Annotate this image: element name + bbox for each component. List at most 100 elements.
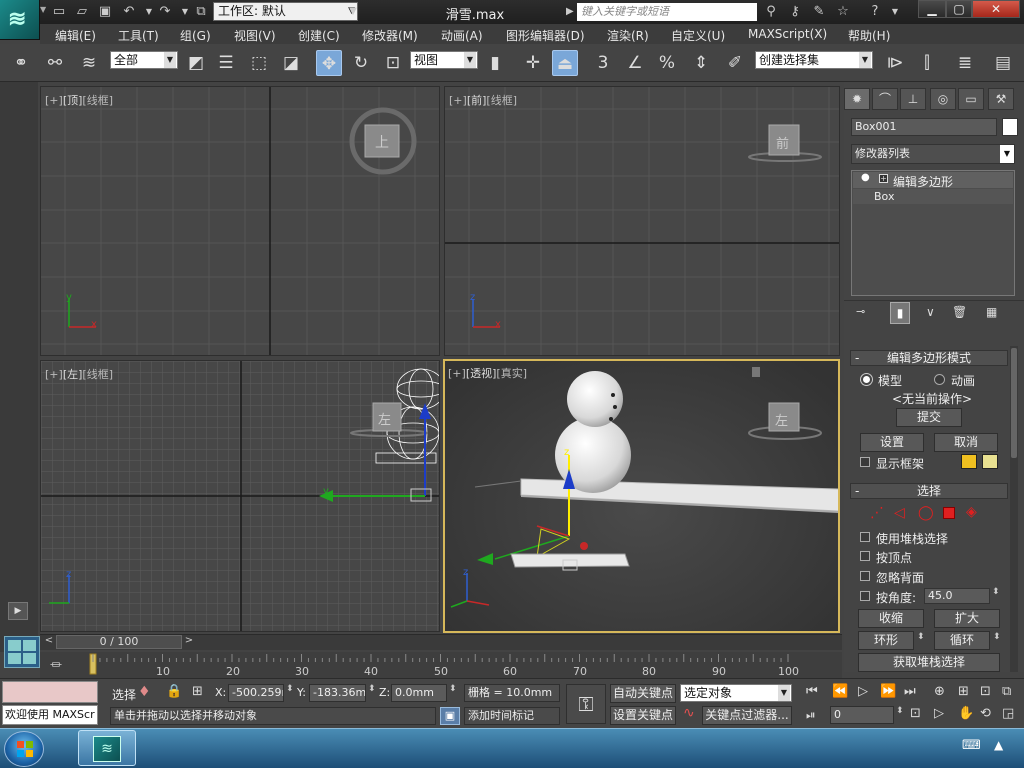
field-of-view-icon[interactable]: ▷	[934, 706, 944, 721]
menu-views[interactable]: 视图(V)	[234, 27, 276, 44]
viewport-menu-plus[interactable]: [+]	[449, 94, 467, 107]
x-spinner-icon[interactable]: ⬍	[286, 684, 294, 694]
border-level-icon[interactable]: ◯	[918, 505, 934, 521]
lock-selection-icon[interactable]: 🔒	[166, 684, 182, 699]
quick-access-dropdown-icon[interactable]: ▼	[344, 3, 362, 21]
key-curve-icon[interactable]: ∿	[683, 705, 695, 721]
by-vertex-checkbox[interactable]	[860, 551, 870, 561]
expand-icon[interactable]: +	[879, 174, 888, 183]
tools-icon[interactable]: ✎	[810, 3, 828, 21]
rect-selection-region-icon[interactable]: ⬚	[246, 50, 272, 76]
menu-maxscript[interactable]: MAXScript(X)	[748, 27, 827, 41]
add-time-tag-icon[interactable]: ▣	[440, 707, 460, 725]
spinner-icon[interactable]: ⬍	[992, 587, 1000, 597]
spinner-snap-icon[interactable]: ⇕	[688, 50, 714, 76]
make-unique-icon[interactable]: ∨	[926, 305, 944, 321]
snaps-toggle-icon[interactable]: 3	[590, 50, 616, 76]
application-button[interactable]: ≋	[0, 0, 40, 40]
scrollbar-thumb[interactable]	[1011, 348, 1017, 458]
polygon-level-icon[interactable]	[943, 507, 955, 519]
menu-graph-editors[interactable]: 图形编辑器(D)	[506, 27, 585, 44]
align-icon[interactable]: ⫿	[914, 50, 940, 76]
use-stack-selection-checkbox[interactable]	[860, 532, 870, 542]
configure-sets-icon[interactable]: ▦	[986, 305, 1004, 321]
close-button[interactable]: ✕	[972, 0, 1020, 18]
viewport-left[interactable]: [+][左][线框] 左 z y	[40, 360, 440, 632]
redo-icon[interactable]: ↷	[156, 3, 174, 21]
transform-mode-icon[interactable]: ⊞	[192, 684, 203, 699]
viewport-front[interactable]: [+][前][线框] 前 z x	[444, 86, 840, 356]
layer-manager-icon[interactable]: ≣	[952, 50, 978, 76]
new-file-icon[interactable]: ▭	[50, 3, 68, 21]
named-selection-dropdown[interactable]: 创建选择集 ▼	[755, 51, 873, 69]
mini-curve-editor-icon[interactable]: ⏛	[50, 656, 74, 674]
unlink-icon[interactable]: ⚯	[42, 50, 68, 76]
zoom-all-icon[interactable]: ⊞	[958, 684, 969, 699]
maximize-viewport-icon[interactable]: ◲	[1002, 706, 1014, 721]
tab-motion[interactable]: ◎	[930, 88, 956, 110]
binoculars-icon[interactable]: ⚲	[762, 3, 780, 21]
viewport-name[interactable]: [左]	[63, 368, 83, 381]
radio-model[interactable]	[861, 374, 872, 385]
viewcube-front-label[interactable]: 前	[776, 133, 789, 152]
percent-snap-icon[interactable]: %	[654, 50, 680, 76]
element-level-icon[interactable]: ◈	[966, 504, 977, 520]
previous-frame-icon[interactable]: ⏪	[832, 684, 848, 699]
viewport-left-label[interactable]: [+][左][线框]	[45, 366, 113, 382]
select-and-move-icon[interactable]: ✥	[316, 50, 342, 76]
start-button[interactable]	[4, 731, 44, 767]
link-icon[interactable]: ⚭	[8, 50, 34, 76]
save-file-icon[interactable]: ▣	[96, 3, 114, 21]
viewcube-left-label[interactable]: 左	[378, 409, 391, 428]
selected-object-dropdown[interactable]: 选定对象 ▼	[680, 684, 792, 702]
menu-rendering[interactable]: 渲染(R)	[607, 27, 649, 44]
manipulate-icon[interactable]: ✛	[520, 50, 546, 76]
slider-prev-icon[interactable]: <	[42, 635, 56, 649]
rollout-selection[interactable]: - 选择	[850, 483, 1008, 499]
frame-spinner-icon[interactable]: ⬍	[896, 706, 904, 716]
edit-named-selection-icon[interactable]: ✐	[722, 50, 748, 76]
key-icon[interactable]: ⚷	[786, 3, 804, 21]
maxscript-welcome-field[interactable]: 欢迎使用 MAXScr	[2, 705, 98, 725]
viewcube-top-label[interactable]: 上	[375, 132, 389, 152]
z-spinner-icon[interactable]: ⬍	[449, 684, 457, 694]
keyboard-icon[interactable]: ⌨	[962, 738, 981, 753]
viewport-perspective[interactable]: [+][透视][真实] 左 z z	[443, 359, 840, 633]
rollout-edit-poly-mode[interactable]: - 编辑多边形模式	[850, 350, 1008, 366]
zoom-icon[interactable]: ⊕	[934, 684, 945, 699]
viewport-shading[interactable]: [线框]	[82, 94, 113, 107]
help-dropdown-icon[interactable]: ▼	[886, 3, 904, 21]
edge-level-icon[interactable]: ◁	[894, 505, 905, 521]
menu-group[interactable]: 组(G)	[180, 27, 211, 44]
settings-button[interactable]: 设置	[860, 433, 924, 452]
add-time-tag-button[interactable]: 添加时间标记	[464, 707, 560, 725]
pivot-point-icon[interactable]: ▮	[482, 50, 508, 76]
vertex-level-icon[interactable]: ⋰	[870, 505, 884, 521]
show-end-result-icon[interactable]: ▮	[890, 302, 910, 324]
object-name-field[interactable]: Box001	[851, 118, 997, 136]
pin-stack-icon[interactable]: ⊸	[856, 305, 874, 321]
ribbon-toggle-icon[interactable]: ▤	[990, 50, 1016, 76]
shrink-button[interactable]: 收缩	[858, 609, 924, 628]
radio-animate[interactable]	[934, 374, 945, 385]
slider-next-icon[interactable]: >	[182, 635, 196, 649]
stack-item-box[interactable]: Box	[853, 189, 1013, 204]
go-to-end-icon[interactable]: ⏭	[904, 684, 916, 699]
stack-item-edit-poly[interactable]: ● + 编辑多边形	[853, 172, 1013, 189]
viewport-menu-plus[interactable]: [+]	[45, 94, 63, 107]
tab-display[interactable]: ▭	[958, 88, 984, 110]
minimize-button[interactable]: ▁	[918, 0, 946, 18]
auto-key-button[interactable]: 自动关键点	[610, 684, 676, 703]
z-coord-input[interactable]: 0.0mm	[391, 684, 447, 702]
select-by-name-icon[interactable]: ☰	[213, 50, 239, 76]
ring-button[interactable]: 环形	[858, 631, 914, 650]
select-object-icon[interactable]: ◩	[183, 50, 209, 76]
viewport-shading[interactable]: [线框]	[486, 94, 517, 107]
play-arrow-icon[interactable]: ▶	[8, 602, 28, 620]
star-icon[interactable]: ☆	[834, 3, 852, 21]
maxscript-listener-mini[interactable]	[2, 681, 98, 703]
tab-create[interactable]: ✹	[844, 88, 870, 110]
remove-modifier-icon[interactable]: 🗑	[952, 305, 970, 321]
viewcube-perspective-label[interactable]: 左	[775, 410, 788, 429]
commit-button[interactable]: 提交	[896, 408, 962, 427]
